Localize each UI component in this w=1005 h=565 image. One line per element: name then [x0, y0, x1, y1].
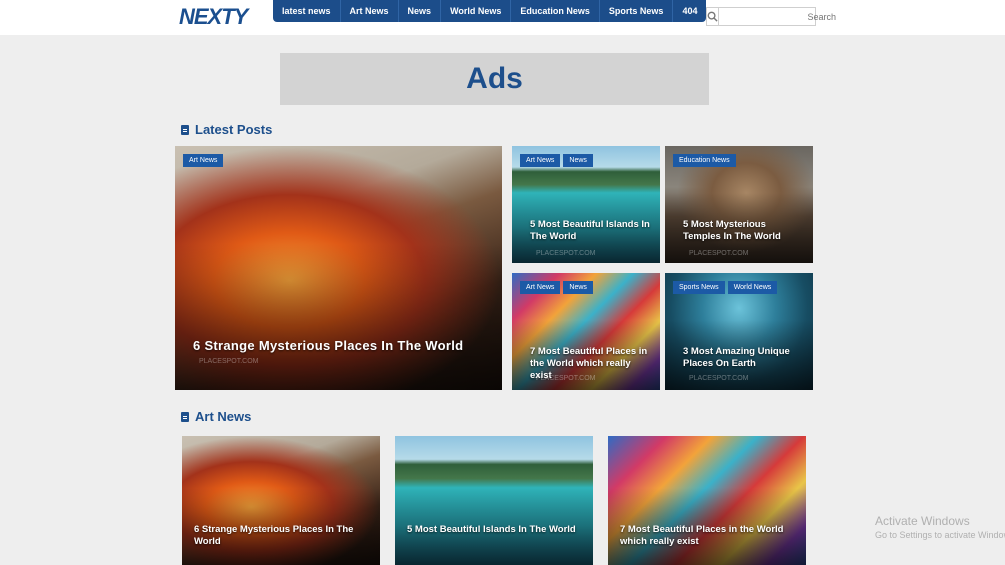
post-title[interactable]: 7 Most Beautiful Places in the World whi…	[620, 524, 798, 548]
nav-education-news[interactable]: Education News	[511, 0, 600, 22]
nav-news[interactable]: News	[399, 0, 442, 22]
activate-windows-title: Activate Windows	[875, 514, 970, 528]
art-post-card[interactable]: 6 Strange Mysterious Places In The World	[182, 436, 380, 565]
post-title[interactable]: 5 Most Mysterious Temples In The World	[683, 219, 805, 243]
tag-list: Education News	[673, 154, 736, 167]
nav-art-news[interactable]: Art News	[341, 0, 399, 22]
tag-news[interactable]: News	[563, 281, 593, 294]
tag-art-news[interactable]: Art News	[183, 154, 224, 167]
tag-news[interactable]: News	[563, 154, 593, 167]
art-news-heading: Art News	[181, 409, 251, 424]
image-watermark: PLACESPOT.COM	[536, 375, 596, 382]
search-icon	[707, 11, 718, 22]
tag-art-news[interactable]: Art News	[520, 281, 561, 294]
search-input[interactable]	[719, 8, 841, 25]
document-icon	[181, 411, 189, 422]
nav-404[interactable]: 404	[673, 0, 706, 22]
post-title[interactable]: 5 Most Beautiful Islands In The World	[407, 524, 585, 536]
search-box	[706, 7, 841, 26]
document-icon	[181, 124, 189, 135]
art-post-card[interactable]: 7 Most Beautiful Places in the World whi…	[608, 436, 806, 565]
nav-latest-news[interactable]: latest news	[273, 0, 341, 22]
image-watermark: PLACESPOT.COM	[689, 375, 749, 382]
post-card[interactable]: Sports News World News 3 Most Amazing Un…	[665, 273, 813, 390]
nav-world-news[interactable]: World News	[441, 0, 512, 22]
latest-posts-heading: Latest Posts	[181, 122, 272, 137]
post-title[interactable]: 5 Most Beautiful Islands In The World	[530, 219, 652, 243]
image-watermark: PLACESPOT.COM	[689, 250, 749, 257]
main-nav: latest news Art News News World News Edu…	[273, 0, 707, 22]
art-post-card[interactable]: 5 Most Beautiful Islands In The World	[395, 436, 593, 565]
art-news-label: Art News	[195, 409, 252, 424]
post-card[interactable]: Art News News 7 Most Beautiful Places in…	[512, 273, 660, 390]
tag-list: Sports News World News	[673, 281, 778, 294]
tag-world-news[interactable]: World News	[727, 281, 778, 294]
activate-windows-subtitle: Go to Settings to activate Windows.	[875, 530, 1005, 540]
card-overlay	[175, 243, 502, 390]
tag-list: Art News News	[520, 281, 593, 294]
nav-sports-news[interactable]: Sports News	[600, 0, 674, 22]
tag-education-news[interactable]: Education News	[673, 154, 736, 167]
site-header: NEXTY latest news Art News News World Ne…	[0, 0, 1005, 35]
post-card[interactable]: Art News News 5 Most Beautiful Islands I…	[512, 146, 660, 263]
post-card[interactable]: Education News 5 Most Mysterious Temples…	[665, 146, 813, 263]
search-button[interactable]	[707, 8, 719, 25]
ads-banner[interactable]: Ads	[280, 53, 709, 105]
tag-list: Art News News	[520, 154, 593, 167]
image-watermark: PLACESPOT.COM	[536, 250, 596, 257]
tag-list: Art News	[183, 154, 224, 167]
post-title[interactable]: 3 Most Amazing Unique Places On Earth	[683, 346, 805, 370]
post-title[interactable]: 6 Strange Mysterious Places In The World	[193, 338, 494, 354]
post-title[interactable]: 6 Strange Mysterious Places In The World	[194, 524, 372, 548]
tag-sports-news[interactable]: Sports News	[673, 281, 725, 294]
site-logo[interactable]: NEXTY	[179, 4, 248, 30]
featured-post-card[interactable]: Art News 6 Strange Mysterious Places In …	[175, 146, 502, 390]
latest-posts-label: Latest Posts	[195, 122, 273, 137]
tag-art-news[interactable]: Art News	[520, 154, 561, 167]
image-watermark: PLACESPOT.COM	[199, 358, 259, 365]
activate-windows-notice: Activate Windows Go to Settings to activ…	[875, 514, 1005, 540]
